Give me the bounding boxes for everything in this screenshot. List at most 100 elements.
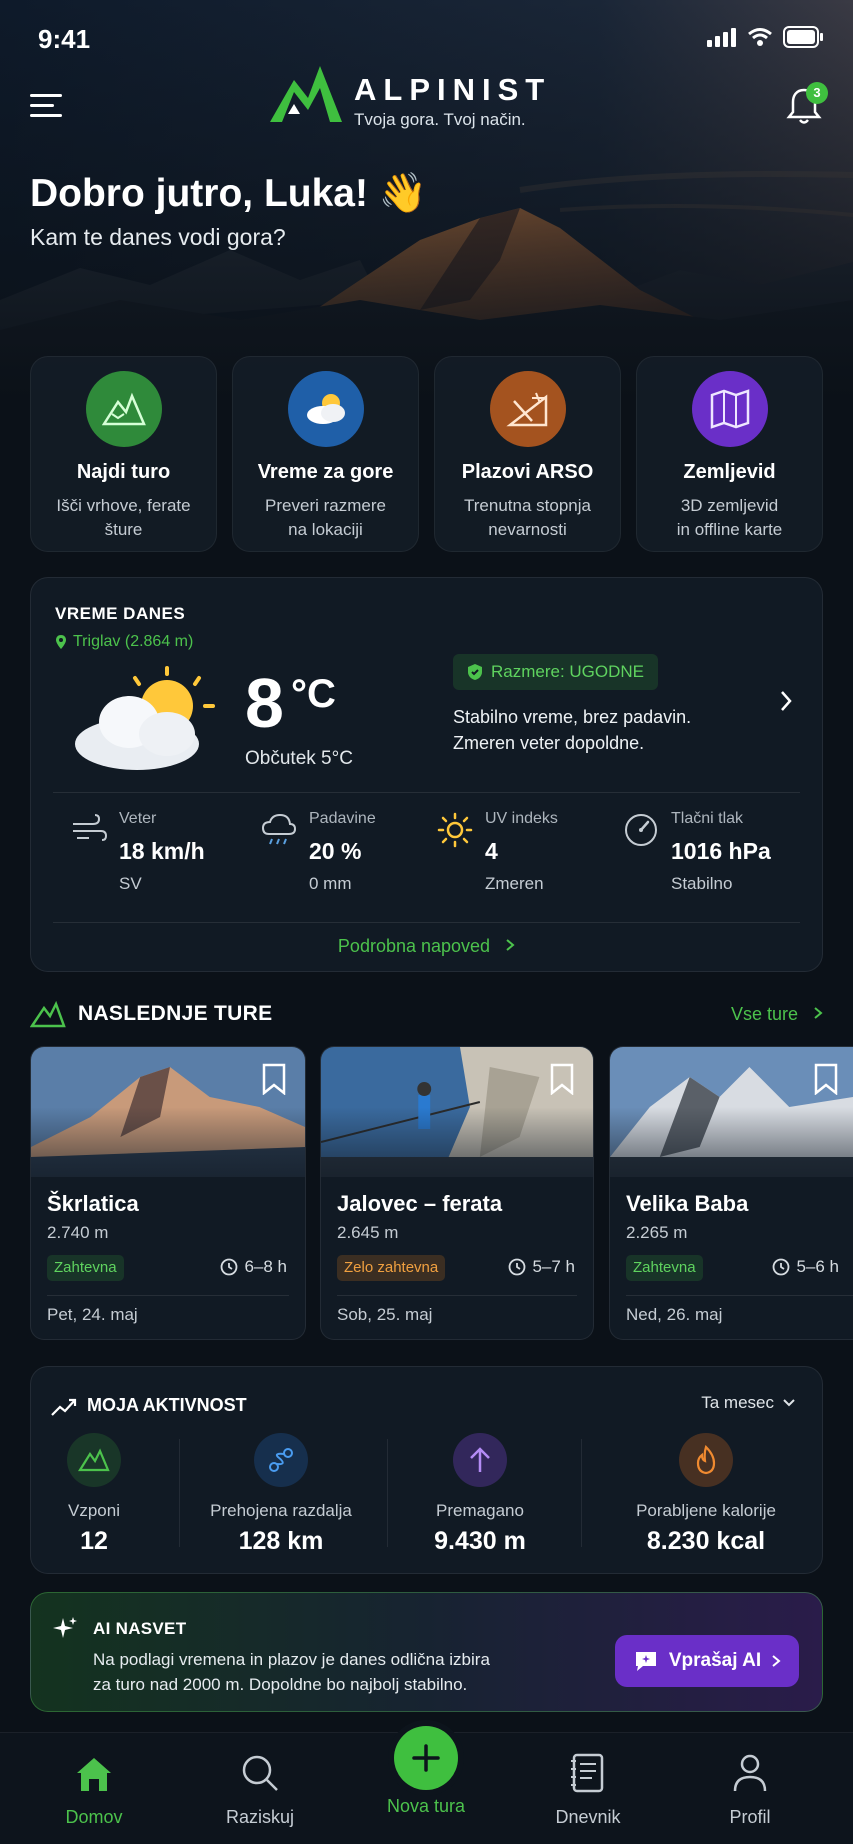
conditions-badge: Razmere: UGODNE	[453, 654, 659, 690]
rain-cloud-icon	[261, 813, 297, 845]
all-tours-link[interactable]: Vse ture	[731, 1004, 823, 1025]
tab-explore[interactable]: Raziskuj	[190, 1747, 330, 1828]
gauge-icon	[625, 814, 657, 846]
arrow-up-icon	[453, 1433, 507, 1487]
tab-journal[interactable]: Dnevnik	[518, 1747, 658, 1828]
stat-value: 1016 hPa	[671, 838, 771, 864]
weather-stat-wind: Veter 18 km/h SV	[71, 810, 251, 900]
stat-value: 128 km	[238, 1527, 324, 1555]
quick-action-title: Plazovi ARSO	[461, 461, 594, 483]
battery-icon	[783, 26, 823, 48]
bookmark-icon[interactable]	[549, 1063, 575, 1095]
map-icon	[691, 371, 768, 447]
sun-icon	[437, 812, 473, 848]
stat-sub: Stabilno	[671, 874, 733, 893]
difficulty-badge: Zahtevna	[626, 1255, 703, 1281]
ask-ai-button[interactable]: Vprašaj AI	[615, 1635, 799, 1687]
activity-stat-distance: Prehojena razdalja 128 km	[181, 1433, 381, 1556]
home-icon	[24, 1747, 164, 1793]
tour-date: Pet, 24. maj	[47, 1305, 138, 1324]
tab-label: Raziskuj	[225, 1807, 295, 1827]
tour-card[interactable]: Škrlatica 2.740 m Zahtevna 6–8 h Pet, 24…	[30, 1046, 306, 1340]
quick-action-desc: Išči vrhove, ferate šture	[56, 496, 191, 539]
mountain-icon	[85, 371, 162, 447]
duration-text: 5–6 h	[796, 1257, 839, 1276]
activity-stat-climbs: Vzponi 12	[31, 1433, 157, 1556]
stat-sub: Zmeren	[485, 874, 544, 893]
quick-action-title: Vreme za gore	[257, 461, 394, 483]
quick-action-desc: 3D zemljevid in offline karte	[676, 496, 783, 539]
tab-home[interactable]: Domov	[24, 1747, 164, 1828]
quick-action-desc: Preveri razmere na lokaciji	[265, 496, 386, 539]
section-title: NASLEDNJE TURE	[78, 1002, 273, 1025]
divider	[53, 792, 800, 793]
stat-label: Porabljene kalorije	[636, 1501, 776, 1520]
conditions-description: Stabilno vreme, brez padavin. Zmeren vete…	[453, 707, 692, 753]
activity-stat-calories: Porabljene kalorije 8.230 kcal	[591, 1433, 821, 1556]
tour-name: Velika Baba	[626, 1191, 749, 1216]
stat-value: 4	[485, 838, 498, 864]
weather-card[interactable]: VREME DANES Triglav (2.864 m) 8 °C Občut…	[30, 577, 823, 972]
notification-badge: 3	[806, 82, 828, 104]
greeting-subtitle: Kam te danes vodi gora?	[30, 224, 286, 250]
quick-action-map[interactable]: Zemljevid 3D zemljevid in offline karte	[636, 356, 823, 552]
new-tour-button[interactable]	[394, 1726, 458, 1790]
stat-sub: 0 mm	[309, 874, 352, 893]
clock-icon	[221, 1258, 238, 1276]
chevron-right-icon	[506, 939, 515, 951]
clock-icon	[509, 1258, 526, 1276]
status-icons	[707, 26, 823, 48]
stat-label: Prehojena razdalja	[210, 1501, 352, 1520]
shield-check-icon	[468, 664, 482, 680]
journal-icon	[518, 1747, 658, 1793]
tour-card[interactable]: Velika Baba 2.265 m Zahtevna 5–6 h Ned, …	[609, 1046, 853, 1340]
flame-icon	[679, 1433, 733, 1487]
profile-icon	[680, 1747, 820, 1793]
conditions-badge-text: Razmere: UGODNE	[491, 662, 645, 681]
temperature-unit: °C	[291, 672, 336, 716]
weather-stat-pressure: Tlačni tlak 1016 hPa Stabilno	[623, 810, 803, 900]
tour-date: Ned, 26. maj	[626, 1305, 723, 1324]
tab-profile[interactable]: Profil	[680, 1747, 820, 1828]
menu-button[interactable]	[30, 94, 62, 120]
quick-action-weather[interactable]: Vreme za gore Preveri razmere na lokaciji	[232, 356, 419, 552]
weather-stat-uv: UV indeks 4 Zmeren	[437, 810, 617, 900]
detailed-forecast-link[interactable]: Podrobna napoved	[31, 936, 822, 957]
avalanche-icon	[489, 371, 566, 447]
quick-action-title: Zemljevid	[683, 461, 776, 483]
duration-text: 6–8 h	[244, 1257, 287, 1276]
all-tours-label: Vse ture	[730, 1004, 798, 1024]
weather-stat-precipitation: Padavine 20 % 0 mm	[261, 810, 441, 900]
menu-line	[30, 94, 62, 97]
divider	[53, 922, 800, 923]
quick-action-desc: Trenutna stopnja nevarnosti	[464, 496, 591, 539]
period-dropdown[interactable]: Ta mesec	[701, 1393, 796, 1413]
divider	[179, 1439, 180, 1547]
ai-tip-text: Na podlagi vremena in plazov je danes od…	[93, 1650, 490, 1694]
tour-card[interactable]: Jalovec – ferata 2.645 m Zelo zahtevna 5…	[320, 1046, 594, 1340]
tour-duration: 6–8 h	[220, 1257, 287, 1277]
tour-altitude: 2.645 m	[337, 1223, 399, 1242]
mountain-icon	[67, 1433, 121, 1487]
stat-value: 9.430 m	[434, 1527, 526, 1555]
activity-stat-elevation: Premagano 9.430 m	[387, 1433, 573, 1556]
wind-icon	[73, 814, 107, 841]
quick-action-avalanche[interactable]: Plazovi ARSO Trenutna stopnja nevarnosti	[434, 356, 621, 552]
location-pin-icon	[56, 635, 66, 649]
stat-value: 18 km/h	[119, 838, 205, 864]
sparkle-icon	[53, 1617, 77, 1638]
tour-duration: 5–6 h	[772, 1257, 839, 1277]
quick-action-find-tour[interactable]: Najdi turo Išči vrhove, ferate šture	[30, 356, 217, 552]
greeting-title: Dobro jutro, Luka! 👋	[30, 172, 428, 215]
partly-cloudy-icon	[75, 666, 215, 770]
divider	[337, 1295, 577, 1296]
chevron-right-icon[interactable]	[779, 690, 793, 712]
stat-label: Tlačni tlak	[671, 810, 744, 827]
search-icon	[190, 1747, 330, 1793]
quick-action-title: Najdi turo	[76, 461, 171, 483]
bookmark-icon[interactable]	[813, 1063, 839, 1095]
bookmark-icon[interactable]	[261, 1063, 287, 1095]
clock-icon	[773, 1258, 790, 1276]
tour-date: Sob, 25. maj	[337, 1305, 433, 1324]
tour-altitude: 2.740 m	[47, 1223, 109, 1242]
